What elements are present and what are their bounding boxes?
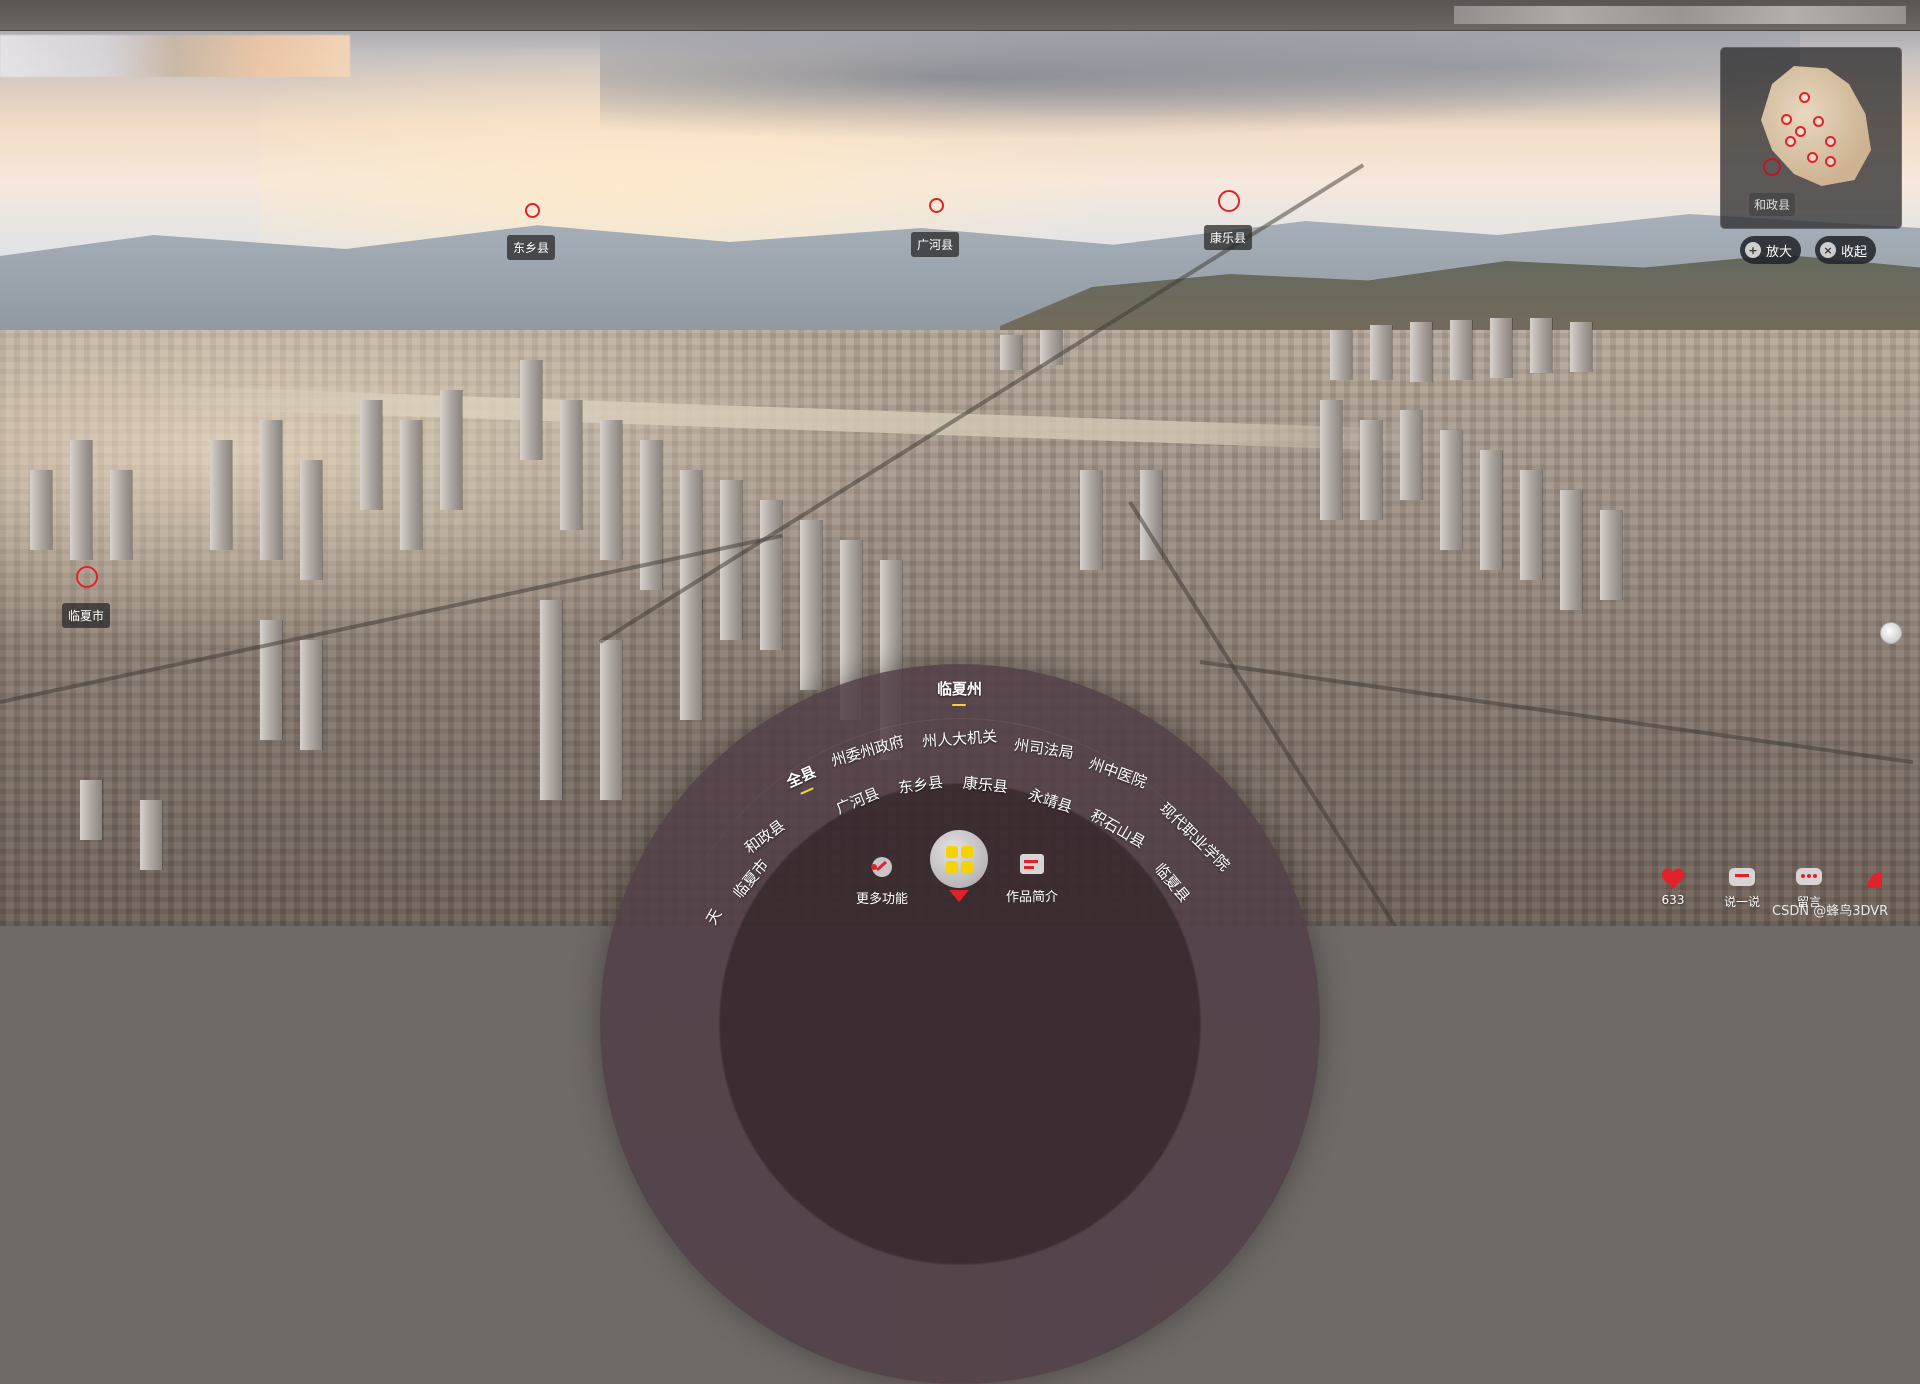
hotspot-label[interactable]: 临夏市 (62, 603, 111, 628)
building (300, 460, 322, 580)
current-location-ring-icon (1763, 158, 1781, 176)
building (520, 360, 542, 460)
heart-icon (1661, 868, 1685, 888)
building (760, 500, 782, 650)
building (400, 420, 422, 550)
chat-icon (1796, 868, 1822, 885)
intro-label: 作品简介 (1006, 890, 1059, 905)
like-button[interactable]: 633 (1658, 866, 1688, 907)
more-functions-label: 更多功能 (856, 892, 909, 907)
menu-toggle-button[interactable] (930, 830, 988, 888)
menu-title[interactable]: 临夏州 (937, 678, 982, 699)
title-underline (952, 704, 966, 706)
map-pin-icon[interactable] (1825, 136, 1836, 147)
road (1199, 660, 1914, 765)
building (1320, 400, 1342, 520)
building (1530, 318, 1552, 373)
hotspot-label[interactable]: 广河县 (911, 232, 960, 257)
building (540, 600, 562, 800)
map-pin-icon[interactable] (1813, 116, 1824, 127)
building (1450, 320, 1472, 380)
building (1560, 490, 1582, 610)
building (1570, 322, 1592, 372)
menu-arrow-icon (949, 890, 969, 902)
hotspot-ring-icon[interactable] (525, 203, 540, 218)
grid-icon (945, 845, 973, 873)
building (210, 440, 232, 550)
share-icon (1867, 871, 1882, 888)
building (1440, 430, 1462, 550)
building (1370, 325, 1392, 380)
map-pin-icon[interactable] (1807, 152, 1818, 163)
building (800, 520, 822, 690)
building (1410, 322, 1432, 382)
more-functions-icon (871, 857, 892, 877)
building (1360, 420, 1382, 520)
building (260, 420, 282, 560)
close-icon: × (1820, 242, 1836, 258)
hotspot-ring-icon[interactable] (76, 566, 98, 588)
hotspot-ring-icon[interactable] (1218, 190, 1240, 212)
collapse-button[interactable]: × 收起 (1815, 236, 1877, 264)
building (140, 800, 162, 870)
likes-count: 633 (1661, 893, 1685, 907)
map-pin-icon[interactable] (1781, 114, 1792, 125)
minimap-label: 和政县 (1749, 193, 1796, 216)
comment-label: 说一说 (1724, 895, 1761, 909)
map-pin-icon[interactable] (1795, 126, 1806, 137)
hotspot-label[interactable]: 康乐县 (1204, 225, 1253, 250)
building (1400, 410, 1422, 500)
collapse-label: 收起 (1841, 244, 1868, 260)
building (560, 400, 582, 530)
watermark: CSDN @蜂鸟3DVR (1772, 904, 1889, 919)
building (1600, 510, 1622, 600)
building (1000, 335, 1022, 370)
building (30, 470, 52, 550)
building (600, 640, 622, 800)
intro-icon (1020, 854, 1044, 874)
blurred-title (0, 35, 350, 77)
blurred-header-content (1454, 6, 1906, 24)
building (110, 470, 132, 560)
comment-icon (1729, 868, 1755, 886)
minimap[interactable]: 和政县 (1720, 47, 1902, 229)
building (80, 780, 102, 840)
map-pin-icon[interactable] (1799, 92, 1810, 103)
zoom-in-button[interactable]: + 放大 (1740, 236, 1802, 264)
building (640, 440, 662, 590)
hotspot-ring-icon[interactable] (929, 198, 944, 213)
hotspot-label[interactable]: 东乡县 (507, 235, 556, 260)
building (1330, 330, 1352, 380)
zoom-in-label: 放大 (1766, 244, 1793, 260)
building (1480, 450, 1502, 570)
building (600, 420, 622, 560)
zoom-in-icon: + (1745, 242, 1761, 258)
building (70, 440, 92, 560)
map-pin-icon[interactable] (1785, 136, 1796, 147)
building (680, 600, 702, 720)
building (440, 390, 462, 510)
building (360, 400, 382, 510)
top-bar (0, 0, 1920, 31)
share-button[interactable] (1864, 866, 1894, 893)
building (300, 640, 322, 750)
map-pin-icon[interactable] (1825, 156, 1836, 167)
comment-button[interactable]: 说一说 (1724, 866, 1760, 910)
more-functions-button[interactable]: 更多功能 (856, 854, 908, 907)
intro-button[interactable]: 作品简介 (1006, 852, 1058, 905)
building (260, 620, 282, 740)
building (1520, 470, 1542, 580)
building (1490, 318, 1512, 378)
building (1080, 470, 1102, 570)
gyroscope-icon[interactable] (1880, 622, 1902, 644)
